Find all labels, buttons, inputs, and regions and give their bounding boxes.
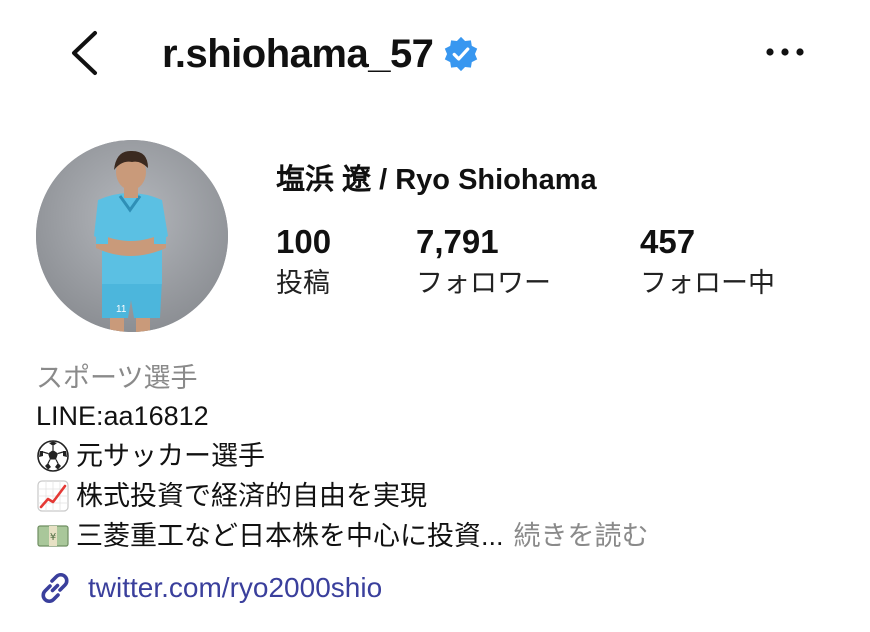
following-label: フォロー中 bbox=[640, 268, 775, 298]
posts-label: 投稿 bbox=[276, 268, 330, 298]
bio-line: ¥ 三菱重工など日本株を中心に投資... 続きを読む bbox=[36, 516, 649, 556]
bio: スポーツ選手 LINE:aa16812 元サッカー選手 株式投資で経済的自由を実… bbox=[36, 360, 649, 556]
avatar[interactable]: 11 bbox=[36, 140, 228, 332]
followers-stat[interactable]: 7,791 フォロワー bbox=[416, 222, 551, 302]
bio-line: 株式投資で経済的自由を実現 bbox=[36, 476, 649, 516]
bio-line: LINE:aa16812 bbox=[36, 396, 649, 436]
more-options-button[interactable] bbox=[760, 34, 810, 70]
posts-count: 100 bbox=[276, 223, 332, 260]
bio-line-text: 株式投資で経済的自由を実現 bbox=[76, 481, 427, 511]
link-icon bbox=[41, 573, 69, 603]
bio-line-text: 三菱重工など日本株を中心に投資... bbox=[76, 521, 504, 551]
display-name: 塩浜 遼 / Ryo Shiohama bbox=[276, 164, 597, 196]
more-horizontal-icon bbox=[766, 48, 804, 56]
following-count: 457 bbox=[640, 223, 696, 260]
header-title: r.shiohama_57 bbox=[162, 30, 479, 78]
svg-text:¥: ¥ bbox=[50, 532, 56, 543]
bio-line-text: 元サッカー選手 bbox=[76, 441, 265, 471]
profile-page: r.shiohama_57 11 塩浜 遼 / Ryo Shiohama 100… bbox=[0, 0, 870, 632]
money-bag-icon: ¥ bbox=[37, 525, 69, 547]
followers-label: フォロワー bbox=[416, 268, 551, 298]
external-link[interactable]: twitter.com/ryo2000shio bbox=[36, 566, 382, 610]
followers-count: 7,791 bbox=[416, 223, 499, 260]
chevron-left-icon bbox=[72, 31, 97, 75]
back-button[interactable] bbox=[62, 28, 106, 78]
chart-increasing-icon bbox=[37, 480, 69, 512]
category-label: スポーツ選手 bbox=[36, 363, 198, 393]
read-more-link[interactable]: 続きを読む bbox=[514, 516, 649, 556]
verified-badge-icon bbox=[445, 36, 478, 72]
following-stat[interactable]: 457 フォロー中 bbox=[640, 222, 775, 302]
avatar-photo: 11 bbox=[36, 140, 228, 332]
bio-line-text: LINE:aa16812 bbox=[36, 401, 209, 431]
soccer-ball-icon bbox=[37, 440, 69, 472]
posts-stat: 100 投稿 bbox=[276, 222, 331, 302]
link-text[interactable]: twitter.com/ryo2000shio bbox=[88, 572, 382, 604]
svg-text:11: 11 bbox=[116, 304, 127, 315]
username: r.shiohama_57 bbox=[162, 31, 434, 76]
bio-line: 元サッカー選手 bbox=[36, 436, 649, 476]
